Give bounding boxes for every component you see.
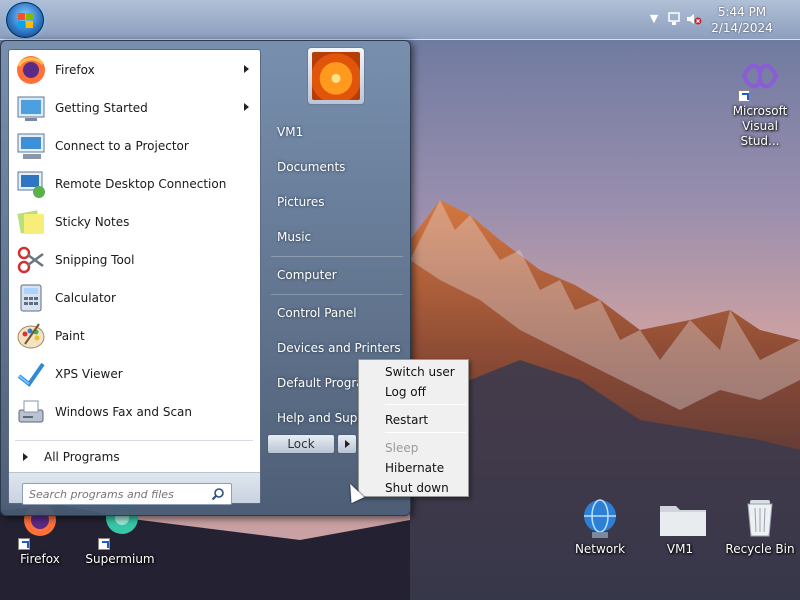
remote-desktop-icon xyxy=(15,168,47,200)
program-label: XPS Viewer xyxy=(55,367,123,381)
power-options-menu: Switch user Log off Restart Sleep Hibern… xyxy=(358,359,469,497)
shortcut-arrow-icon xyxy=(98,538,110,550)
all-programs-button[interactable]: All Programs xyxy=(15,446,255,468)
clock-date: 2/14/2024 xyxy=(711,21,773,35)
all-programs-label: All Programs xyxy=(44,450,120,464)
program-item-snipping-tool[interactable]: Snipping Tool xyxy=(11,242,259,278)
program-item-getting-started[interactable]: Getting Started xyxy=(11,90,259,126)
show-hidden-icons-icon[interactable]: ▼ xyxy=(646,12,662,26)
desktop-icon-label: Firefox xyxy=(20,552,60,566)
network-status-icon[interactable] xyxy=(666,12,682,26)
visual-studio-icon xyxy=(738,58,782,102)
network-globe-icon xyxy=(578,496,622,540)
place-item-computer[interactable]: Computer xyxy=(277,263,411,287)
sticky-notes-icon xyxy=(15,206,47,238)
search-area xyxy=(9,472,260,505)
taskbar: ▼ 5:44 PM 2/14/2024 xyxy=(0,0,800,40)
user-picture[interactable] xyxy=(307,47,365,105)
program-label: Paint xyxy=(55,329,85,343)
desktop-icon-visual-studio[interactable]: Microsoft Visual Stud... xyxy=(722,58,798,149)
getting-started-icon xyxy=(15,92,47,124)
search-input[interactable] xyxy=(29,484,214,504)
power-options-arrow-button[interactable] xyxy=(337,434,357,454)
program-item-sticky-notes[interactable]: Sticky Notes xyxy=(11,204,259,240)
program-item-fax-scan[interactable]: Windows Fax and Scan xyxy=(11,394,259,430)
system-tray: ▼ 5:44 PM 2/14/2024 xyxy=(630,0,800,40)
submenu-arrow-icon[interactable] xyxy=(244,103,249,111)
program-label: Snipping Tool xyxy=(55,253,135,267)
start-menu-programs-pane: Firefox Getting Started Connect to a Pro… xyxy=(8,49,261,505)
program-label: Firefox xyxy=(55,63,95,77)
clock[interactable]: 5:44 PM 2/14/2024 xyxy=(706,4,778,36)
calculator-icon xyxy=(15,282,47,314)
desktop-icon-label: Visual Stud... xyxy=(740,119,780,148)
search-icon[interactable] xyxy=(211,487,225,501)
desktop-icon-label: Microsoft xyxy=(732,104,788,118)
program-item-paint[interactable]: Paint xyxy=(11,318,259,354)
menu-item-switch-user[interactable]: Switch user xyxy=(361,362,466,382)
program-item-connect-projector[interactable]: Connect to a Projector xyxy=(11,128,259,164)
place-item-devices-printers[interactable]: Devices and Printers xyxy=(277,336,411,360)
program-label: Windows Fax and Scan xyxy=(55,405,193,419)
program-item-firefox[interactable]: Firefox xyxy=(11,52,259,88)
desktop-icon-recycle-bin[interactable]: Recycle Bin xyxy=(722,496,798,557)
place-item-music[interactable]: Music xyxy=(277,225,411,249)
desktop-icon-vm1[interactable]: VM1 xyxy=(642,496,718,557)
menu-item-hibernate[interactable]: Hibernate xyxy=(361,458,466,478)
menu-separator xyxy=(385,432,466,433)
menu-item-log-off[interactable]: Log off xyxy=(361,382,466,402)
lock-button[interactable]: Lock xyxy=(267,434,335,454)
chevron-right-icon xyxy=(345,440,350,448)
menu-separator xyxy=(385,404,466,405)
program-label: Calculator xyxy=(55,291,116,305)
divider xyxy=(271,256,403,257)
desktop-icon-label: Recycle Bin xyxy=(725,542,795,556)
shortcut-arrow-icon xyxy=(738,90,750,102)
menu-item-shut-down[interactable]: Shut down xyxy=(361,478,466,498)
desktop-icon-label: VM1 xyxy=(666,542,694,556)
place-item-user[interactable]: VM1 xyxy=(277,120,411,144)
start-button[interactable] xyxy=(6,2,44,38)
place-item-documents[interactable]: Documents xyxy=(277,155,411,179)
desktop-icon-label: Supermium xyxy=(85,552,155,566)
program-item-calculator[interactable]: Calculator xyxy=(11,280,259,316)
search-box[interactable] xyxy=(22,483,232,505)
folder-icon xyxy=(658,496,706,540)
desktop-icon-label: Network xyxy=(574,542,626,556)
projector-icon xyxy=(15,130,47,162)
program-item-xps-viewer[interactable]: XPS Viewer xyxy=(11,356,259,392)
program-label: Remote Desktop Connection xyxy=(55,177,227,191)
fax-icon xyxy=(15,396,47,428)
program-label: Connect to a Projector xyxy=(55,139,189,153)
divider xyxy=(271,294,403,295)
place-item-control-panel[interactable]: Control Panel xyxy=(277,301,411,325)
submenu-arrow-icon[interactable] xyxy=(244,65,249,73)
triangle-right-icon xyxy=(23,453,28,461)
recycle-bin-icon xyxy=(738,496,782,540)
firefox-icon xyxy=(15,54,47,86)
divider xyxy=(15,440,253,441)
place-item-pictures[interactable]: Pictures xyxy=(277,190,411,214)
desktop-icon-network[interactable]: Network xyxy=(562,496,638,557)
program-label: Getting Started xyxy=(55,101,148,115)
program-label: Sticky Notes xyxy=(55,215,130,229)
menu-item-restart[interactable]: Restart xyxy=(361,410,466,430)
paint-palette-icon xyxy=(15,320,47,352)
user-avatar-flower-image xyxy=(312,52,360,100)
menu-item-sleep: Sleep xyxy=(385,441,419,455)
scissors-icon xyxy=(15,244,47,276)
program-item-remote-desktop[interactable]: Remote Desktop Connection xyxy=(11,166,259,202)
windows-logo-icon xyxy=(18,13,34,29)
clock-time: 5:44 PM xyxy=(717,5,767,19)
xps-viewer-icon xyxy=(15,358,47,390)
shortcut-arrow-icon xyxy=(18,538,30,550)
volume-muted-icon[interactable] xyxy=(686,12,702,26)
